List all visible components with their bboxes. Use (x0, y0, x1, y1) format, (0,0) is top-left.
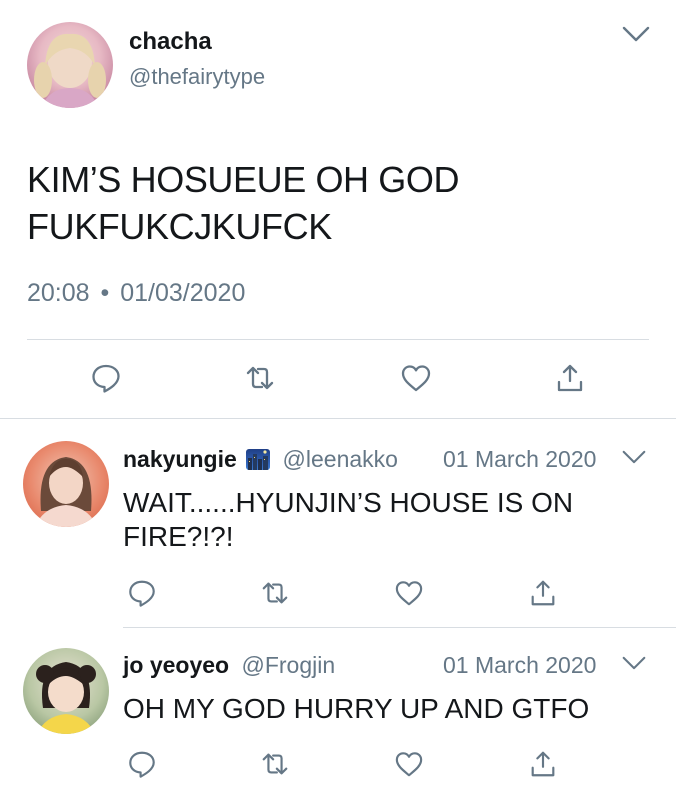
reply-date[interactable]: 01 March 2020 (443, 446, 596, 473)
like-button[interactable] (394, 579, 424, 607)
divider (27, 339, 649, 340)
reply-header: nakyungie @leenakko (123, 446, 398, 473)
tweet-text-line: KIM’S HOSUEUE OH GOD (27, 159, 460, 200)
avatar-photo-icon (35, 457, 97, 527)
share-button[interactable] (554, 362, 586, 394)
tweet-menu-button[interactable] (622, 25, 650, 48)
tweet-menu-button[interactable] (622, 449, 646, 470)
retweet-arrows-icon (262, 582, 288, 604)
heart-icon (401, 365, 431, 392)
retweet-button[interactable] (260, 749, 290, 779)
like-button[interactable] (400, 363, 432, 393)
chevron-down-icon (622, 656, 646, 670)
avatar[interactable] (27, 22, 113, 108)
author-name[interactable]: chacha (129, 28, 212, 56)
reply-text: WAIT......HYUNJIN’S HOUSE IS ON FIRE?!?! (123, 486, 573, 554)
reply-button[interactable] (90, 362, 122, 394)
tweet-time: 20:08 (27, 279, 90, 307)
reply-text: OH MY GOD HURRY UP AND GTFO (123, 692, 589, 726)
tweet-timestamp[interactable]: 20:08 • 01/03/2020 (27, 279, 245, 308)
heart-icon (395, 752, 423, 777)
avatar[interactable] (23, 441, 109, 527)
separator-dot: • (100, 279, 110, 307)
speech-bubble-icon (129, 580, 155, 607)
tweet-text: KIM’S HOSUEUE OH GOD FUKFUKCJKUFCK (27, 156, 459, 250)
author-handle[interactable]: @leenakko (283, 446, 398, 472)
avatar[interactable] (23, 648, 109, 734)
tweet-date: 01/03/2020 (120, 279, 246, 307)
speech-bubble-icon (92, 364, 120, 393)
share-button[interactable] (528, 749, 558, 779)
reply-header: jo yeoyeo @Frogjin (123, 652, 335, 679)
author-name[interactable]: nakyungie (123, 446, 237, 472)
share-upload-icon (557, 364, 583, 392)
heart-icon (395, 581, 423, 606)
retweet-arrows-icon (262, 753, 288, 775)
avatar-photo-icon (36, 662, 96, 734)
share-button[interactable] (528, 578, 558, 608)
avatar-photo-icon (34, 33, 106, 108)
reply-button[interactable] (127, 749, 157, 779)
reply-text-line: WAIT......HYUNJIN’S HOUSE IS ON (123, 487, 574, 518)
author-name[interactable]: jo yeoyeo (123, 652, 229, 678)
retweet-button[interactable] (260, 578, 290, 608)
retweet-arrows-icon (246, 366, 274, 390)
divider (123, 627, 676, 628)
retweet-button[interactable] (244, 362, 276, 394)
chevron-down-icon (622, 26, 650, 42)
reply-text-line: FIRE?!?! (123, 521, 234, 552)
speech-bubble-icon (129, 751, 155, 778)
share-upload-icon (531, 580, 555, 606)
reply-date[interactable]: 01 March 2020 (443, 652, 596, 679)
reply-text-line: OH MY GOD HURRY UP AND GTFO (123, 693, 590, 724)
tweet-text-line: FUKFUKCJKUFCK (27, 206, 332, 247)
reply-button[interactable] (127, 578, 157, 608)
tweet-menu-button[interactable] (622, 655, 646, 676)
like-button[interactable] (394, 750, 424, 778)
share-upload-icon (531, 751, 555, 777)
divider (0, 418, 676, 419)
author-handle[interactable]: @Frogjin (242, 652, 336, 678)
night-city-emoji-icon (246, 449, 271, 470)
author-handle[interactable]: @thefairytype (129, 64, 265, 90)
chevron-down-icon (622, 450, 646, 464)
